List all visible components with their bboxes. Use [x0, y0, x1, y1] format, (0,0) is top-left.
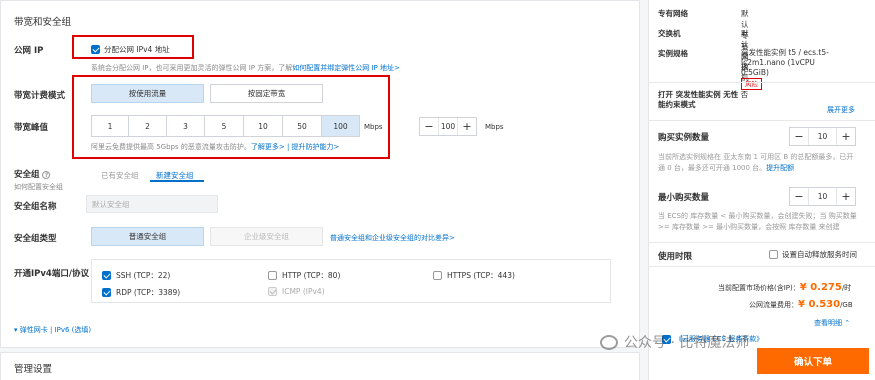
traffic-price-row: 公网流量费用：¥ 0.530/GB — [749, 299, 853, 310]
checkbox-icon — [769, 250, 778, 259]
minus-icon[interactable]: − — [420, 118, 438, 135]
traffic-price: ¥ 0.530 — [798, 299, 841, 310]
divider — [648, 120, 875, 121]
expand-more-link[interactable]: 展开更多 — [827, 105, 855, 115]
bandwidth-peak-label: 带宽峰值 — [14, 123, 49, 133]
sg-type-label: 安全组类型 — [14, 234, 57, 244]
section-title: 带宽和安全组 — [14, 17, 72, 28]
port-https[interactable]: HTTPS (TCP：443) — [433, 270, 515, 281]
min-qty-value[interactable]: 10 — [808, 188, 837, 205]
sg-sub[interactable]: 如何配置安全组 — [14, 182, 63, 192]
market-price-row: 当前配置市场价格(含IP)：¥ 0.275/时 — [718, 282, 852, 293]
summary-row-vpc: 专有网络 — [658, 9, 688, 18]
ddos-link[interactable]: 了解更多> | 提升防护能力> — [251, 143, 340, 151]
tab-underline — [150, 180, 204, 182]
minus-icon[interactable]: − — [790, 188, 808, 205]
caret-down-icon: ▾ — [14, 326, 18, 334]
wechat-icon — [600, 334, 618, 350]
bandwidth-unit-2: Mbps — [485, 123, 504, 131]
port-ssh[interactable]: SSH (TCP：22) — [102, 270, 170, 281]
summary-spec-label: 实例规格 — [658, 49, 688, 58]
assign-ipv4-checkbox[interactable]: 分配公网 IPv4 地址 — [91, 44, 170, 55]
buy-qty-label: 购买实例数量 — [658, 133, 710, 143]
buy-qty-stepper[interactable]: − 10 + — [789, 127, 856, 146]
public-ip-link[interactable]: 如何配置并绑定弹性公网 IP 地址> — [292, 64, 400, 72]
bandwidth-option-2[interactable]: 2 — [129, 115, 167, 137]
auto-release-checkbox[interactable]: 设置自动释放服务时间 — [769, 249, 857, 260]
checkbox-icon — [433, 271, 442, 280]
bandwidth-stepper[interactable]: − 100 + — [419, 117, 477, 136]
sg-type-normal-button[interactable]: 普通安全组 — [91, 227, 204, 246]
min-qty-desc: 当 ECS的 库存数量 < 最小购买数量，会创建失败；当 购买数量 >= 库存数… — [658, 212, 857, 231]
divider — [648, 82, 875, 83]
summary-spec-value: 突发性能实例 t5 / ecs.t5-lc2m1.nano (1vCPU 0.5… — [741, 48, 829, 90]
public-ip-desc: 系统会分配公网 IP，也可采用更加灵活的弹性公网 IP 方案，了解如何配置并绑定… — [91, 64, 400, 72]
checkbox-disabled-icon — [268, 287, 277, 296]
public-ip-label: 公网 IP — [14, 46, 44, 56]
eni-ipv6-toggle[interactable]: ▾ 弹性网卡 | IPv6 (选填) — [14, 325, 91, 335]
ddos-desc: 阿里云免费提供最高 5Gbps 的恶意流量攻击防护。了解更多> | 提升防护能力… — [91, 143, 340, 151]
port-icmp: ICMP (IPv4) — [268, 287, 325, 296]
sg-name-input[interactable]: 默认安全组 — [86, 195, 218, 213]
burst-row: 打开 突发性能实例 无性 否 能约束模式 — [658, 90, 749, 109]
bandwidth-unit: Mbps — [364, 123, 383, 131]
port-rdp[interactable]: RDP (TCP：3389) — [102, 287, 180, 298]
port-http[interactable]: HTTP (TCP：80) — [268, 270, 340, 281]
divider — [648, 242, 875, 243]
bandwidth-option-50[interactable]: 50 — [283, 115, 322, 137]
bandwidth-value[interactable]: 100 — [438, 118, 458, 135]
sg-name-label: 安全组名称 — [14, 202, 57, 212]
min-qty-label: 最小购买数量 — [658, 193, 710, 203]
management-panel — [0, 352, 640, 380]
confirm-order-button[interactable]: 确认下单 — [757, 348, 869, 374]
risk-tag: 风险 — [741, 78, 762, 90]
min-qty-stepper[interactable]: − 10 + — [789, 187, 856, 206]
billing-fixed-button[interactable]: 按固定带宽 — [210, 84, 323, 103]
help-icon[interactable]: ? — [42, 171, 51, 179]
divider — [648, 266, 875, 267]
checkbox-checked-icon — [91, 45, 100, 54]
bandwidth-option-5[interactable]: 5 — [205, 115, 244, 137]
billing-label: 带宽计费模式 — [14, 91, 66, 101]
bandwidth-option-1[interactable]: 1 — [91, 115, 129, 137]
market-price: ¥ 0.275 — [799, 282, 842, 293]
management-title: 管理设置 — [14, 364, 53, 375]
bandwidth-option-10[interactable]: 10 — [244, 115, 283, 137]
sg-type-compare-link[interactable]: 普通安全组和企业级安全组的对比差异> — [330, 233, 455, 243]
bandwidth-option-100[interactable]: 100 — [322, 115, 360, 137]
summary-row-vswitch: 交换机 — [658, 29, 681, 38]
bandwidth-option-3[interactable]: 3 — [167, 115, 205, 137]
plus-icon[interactable]: + — [837, 188, 855, 205]
billing-by-traffic-button[interactable]: 按使用流量 — [91, 84, 204, 103]
minus-icon[interactable]: − — [790, 128, 808, 145]
view-detail-link[interactable]: 查看明细 ⌃ — [814, 318, 850, 328]
chevron-up-icon: ⌃ — [844, 319, 851, 327]
buy-qty-desc: 当前所选实例规格在 亚太东南 1 可用区 B 的总配额最多，已开通 0 台，最多… — [658, 153, 854, 172]
checkbox-checked-icon — [102, 288, 111, 297]
ports-label: 开通IPv4端口/协议 — [14, 269, 89, 279]
tab-existing-sg[interactable]: 已有安全组 — [101, 170, 139, 181]
raise-quota-link[interactable]: 提升配额 — [766, 164, 794, 172]
checkbox-checked-icon — [102, 271, 111, 280]
plus-icon[interactable]: + — [837, 128, 855, 145]
duration-label: 使用时限 — [658, 252, 693, 262]
sg-label: 安全组 ? — [14, 168, 51, 180]
sg-type-enterprise-button: 企业级安全组 — [210, 227, 323, 246]
buy-qty-value[interactable]: 10 — [808, 128, 837, 145]
plus-icon[interactable]: + — [458, 118, 476, 135]
checkbox-icon — [268, 271, 277, 280]
watermark: 公众号 · 比特魔法师 — [600, 332, 749, 352]
